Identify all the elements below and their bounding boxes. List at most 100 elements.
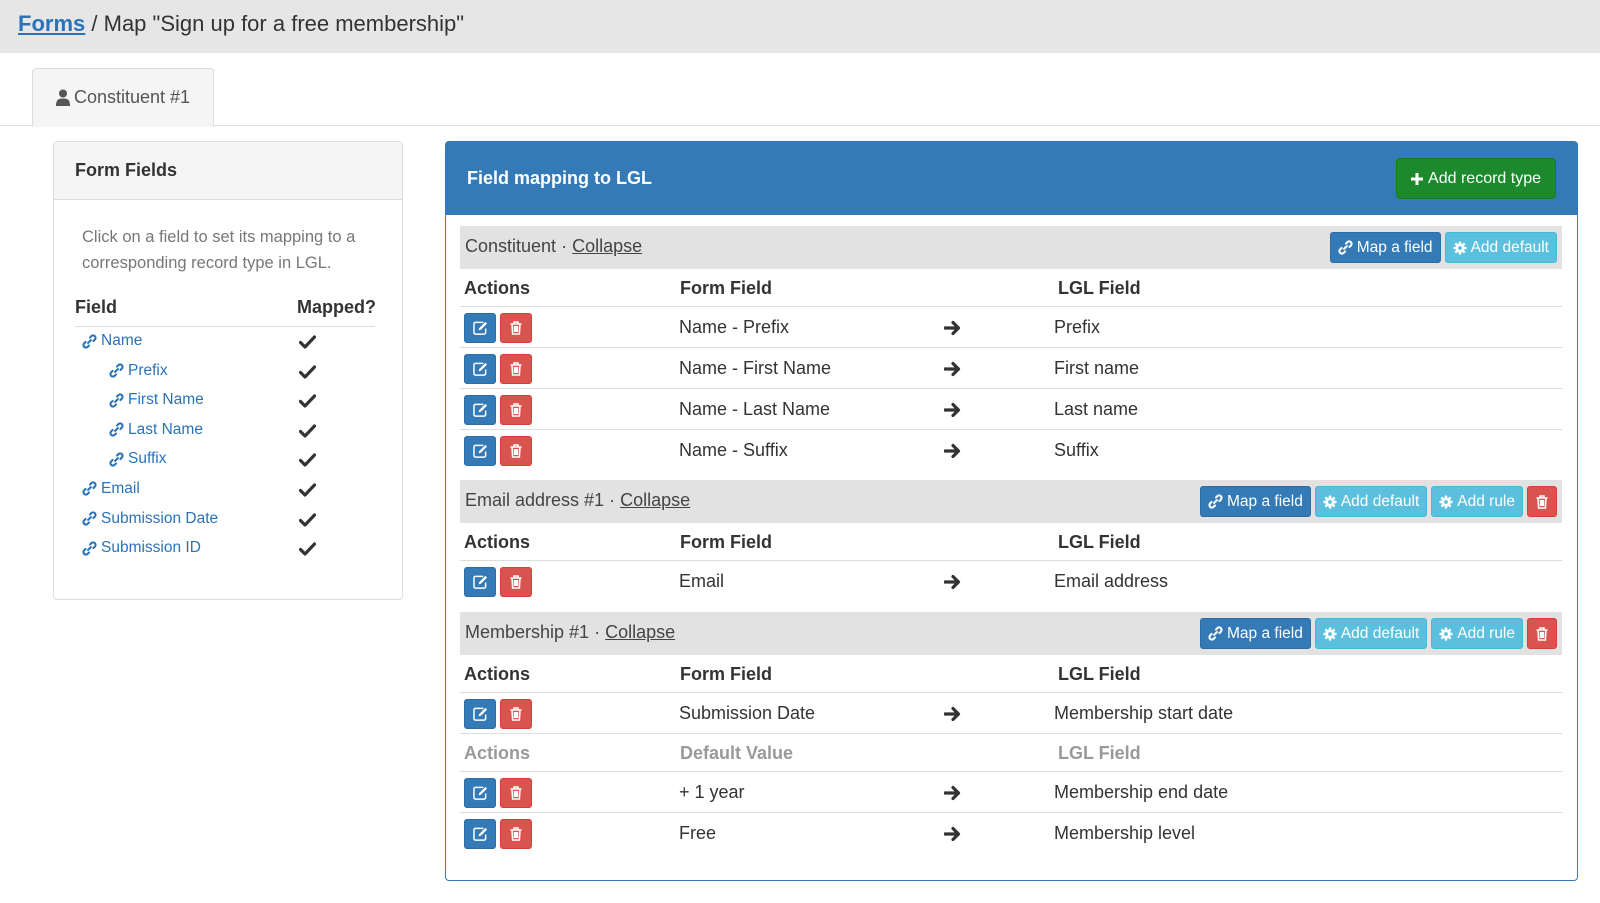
edit-mapping-button[interactable] [464,436,496,466]
form-fields-panel: Form Fields Click on a field to set its … [53,141,403,600]
edit-mapping-button[interactable] [464,778,496,808]
lgl-field-value: Membership end date [1054,782,1229,802]
edit-mapping-button[interactable] [464,567,496,597]
delete-mapping-button[interactable] [500,395,532,425]
form-field-label: Suffix [128,450,167,468]
mapping-row: Name - First Name First name [460,348,1562,389]
link-icon [109,363,124,378]
form-field-link[interactable]: Suffix [109,450,167,468]
section-title: Email address #1 [465,490,605,510]
column-header-lgl-field: LGL Field [1058,532,1141,552]
breadcrumb-forms-link[interactable]: Forms [18,11,85,36]
add-rule-button[interactable]: Add rule [1431,486,1523,517]
delete-mapping-button[interactable] [500,313,532,343]
mapping-table-header: Actions Form Field LGL Field [460,269,1562,307]
delete-mapping-button[interactable] [500,778,532,808]
cog-icon [1323,494,1337,509]
form-field-row: Submission Date [75,505,375,535]
form-field-link[interactable]: Submission Date [82,510,218,528]
add-default-button[interactable]: Add default [1314,618,1428,649]
collapse-link[interactable]: Collapse [605,622,675,642]
mapping-row: Free Membership level [460,813,1562,854]
delete-mapping-button[interactable] [500,436,532,466]
form-field-label: Prefix [128,361,168,379]
check-icon [299,335,316,349]
section-title: Constituent [465,236,557,256]
check-icon [299,483,316,497]
form-field-label: Email [101,479,140,497]
map-a-field-label: Map a field [1227,492,1303,510]
link-icon [1208,494,1223,509]
delete-mapping-button[interactable] [500,354,532,384]
check-icon [299,424,316,438]
edit-mapping-button[interactable] [464,313,496,343]
form-fields-table: Field Mapped? Name Prefix First Name Last N… [75,294,376,564]
section-header: Membership #1 · Collapse Map a field Add d… [460,612,1562,655]
collapse-link[interactable]: Collapse [572,236,642,256]
form-field-value: Submission Date [679,703,816,723]
form-field-link[interactable]: First Name [109,391,204,409]
breadcrumb-separator: / [91,11,98,36]
collapse-link[interactable]: Collapse [620,490,690,510]
separator: · [609,490,616,510]
tab-constituent-1[interactable]: Constituent #1 [32,68,214,127]
delete-mapping-button[interactable] [500,819,532,849]
column-header-form-field: Form Field [680,278,773,298]
section-header: Email address #1 · Collapse Map a field Ad… [460,480,1562,523]
edit-mapping-button[interactable] [464,395,496,425]
form-field-link[interactable]: Prefix [109,362,168,380]
map-a-field-button[interactable]: Map a field [1329,232,1441,263]
cog-icon [1439,626,1453,641]
delete-section-button[interactable] [1527,618,1557,649]
arrow-right-icon [944,402,962,418]
plus-icon [1411,172,1424,185]
edit-icon [472,786,488,800]
trash-icon [510,786,522,800]
mapping-row: Email Email address [460,561,1562,602]
edit-mapping-button[interactable] [464,819,496,849]
add-default-label: Add default [1340,492,1420,510]
map-a-field-label: Map a field [1227,624,1303,642]
delete-mapping-button[interactable] [500,699,532,729]
form-field-value: Name - Prefix [679,317,790,337]
map-a-field-button[interactable]: Map a field [1200,618,1311,649]
delete-mapping-button[interactable] [500,567,532,597]
mapping-row: + 1 year Membership end date [460,772,1562,813]
add-rule-button[interactable]: Add rule [1431,618,1523,649]
cog-icon [1323,626,1337,641]
map-a-field-button[interactable]: Map a field [1200,486,1311,517]
mapping-table-header: Actions Form Field LGL Field [460,655,1562,693]
edit-mapping-button[interactable] [464,354,496,384]
delete-section-button[interactable] [1527,486,1557,517]
form-field-link[interactable]: Email [82,480,140,498]
form-field-label: Last Name [128,420,203,438]
column-header-lgl-field: LGL Field [1058,278,1141,298]
form-fields-header-row: Field Mapped? [75,294,376,327]
trash-icon [1536,494,1548,509]
trash-icon [510,321,522,335]
check-icon [299,394,316,408]
add-default-button[interactable]: Add default [1314,486,1428,517]
column-header-lgl-field: LGL Field [1058,743,1141,763]
column-header-actions: Actions [464,664,531,684]
breadcrumb: Forms / Map "Sign up for a free membersh… [18,11,464,37]
arrow-right-icon [944,320,962,336]
add-default-button[interactable]: Add default [1444,232,1557,263]
form-field-row: Last Name [75,416,375,446]
column-header-mapped: Mapped? [297,297,376,317]
edit-icon [472,575,488,589]
add-record-type-button[interactable]: Add record type [1396,158,1556,199]
add-record-type-label: Add record type [1428,169,1541,187]
form-field-value: Name - Last Name [679,399,831,419]
trash-icon [510,707,522,721]
mapping-row: Name - Prefix Prefix [460,307,1562,348]
edit-mapping-button[interactable] [464,699,496,729]
separator: · [561,236,568,256]
lgl-field-value: Membership start date [1054,703,1234,723]
form-field-link[interactable]: Name [82,332,142,350]
section-title: Membership #1 [465,622,590,642]
form-field-link[interactable]: Last Name [109,421,203,439]
field-mapping-panel: Field mapping to LGL Add record type Con… [445,141,1578,881]
edit-icon [472,362,488,376]
form-field-link[interactable]: Submission ID [82,539,201,557]
